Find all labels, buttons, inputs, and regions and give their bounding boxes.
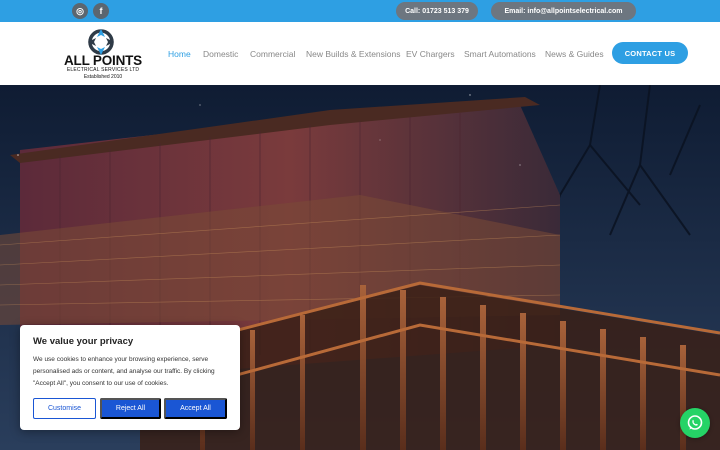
site-header: ALL POINTS ELECTRICAL SERVICES LTD Estab…	[0, 22, 720, 85]
accept-all-button[interactable]: Accept All	[164, 398, 227, 419]
top-bar: ◎ f Call: 01723 513 379 Email: info@allp…	[0, 0, 720, 22]
cookie-banner: We value your privacy We use cookies to …	[20, 325, 240, 430]
logo-subtitle: ELECTRICAL SERVICES LTD	[66, 67, 140, 73]
customise-button[interactable]: Customise	[33, 398, 96, 419]
nav-home[interactable]: Home	[168, 22, 191, 85]
cookie-title: We value your privacy	[33, 336, 134, 347]
instagram-icon[interactable]: ◎	[72, 3, 88, 19]
nav-ev-chargers[interactable]: EV Chargers	[406, 22, 455, 85]
nav-domestic[interactable]: Domestic	[203, 22, 238, 85]
logo-name: ALL POINTS	[63, 53, 142, 68]
facebook-icon[interactable]: f	[93, 3, 109, 19]
cookie-text: We use cookies to enhance your browsing …	[33, 356, 215, 387]
nav-news-guides[interactable]: News & Guides	[545, 22, 604, 85]
contact-us-button[interactable]: CONTACT US	[612, 42, 688, 64]
reject-all-button[interactable]: Reject All	[100, 398, 161, 419]
whatsapp-icon	[687, 415, 703, 430]
nav-smart-automations[interactable]: Smart Automations	[464, 22, 536, 85]
whatsapp-button[interactable]	[680, 408, 710, 438]
call-button[interactable]: Call: 01723 513 379	[396, 2, 478, 20]
logo-established: Established 2010	[83, 74, 123, 80]
nav-new-builds[interactable]: New Builds & Extensions	[306, 22, 401, 85]
nav-commercial[interactable]: Commercial	[250, 22, 295, 85]
logo[interactable]: ALL POINTS ELECTRICAL SERVICES LTD Estab…	[58, 27, 148, 81]
email-button[interactable]: Email: info@allpointselectrical.com	[491, 2, 636, 20]
